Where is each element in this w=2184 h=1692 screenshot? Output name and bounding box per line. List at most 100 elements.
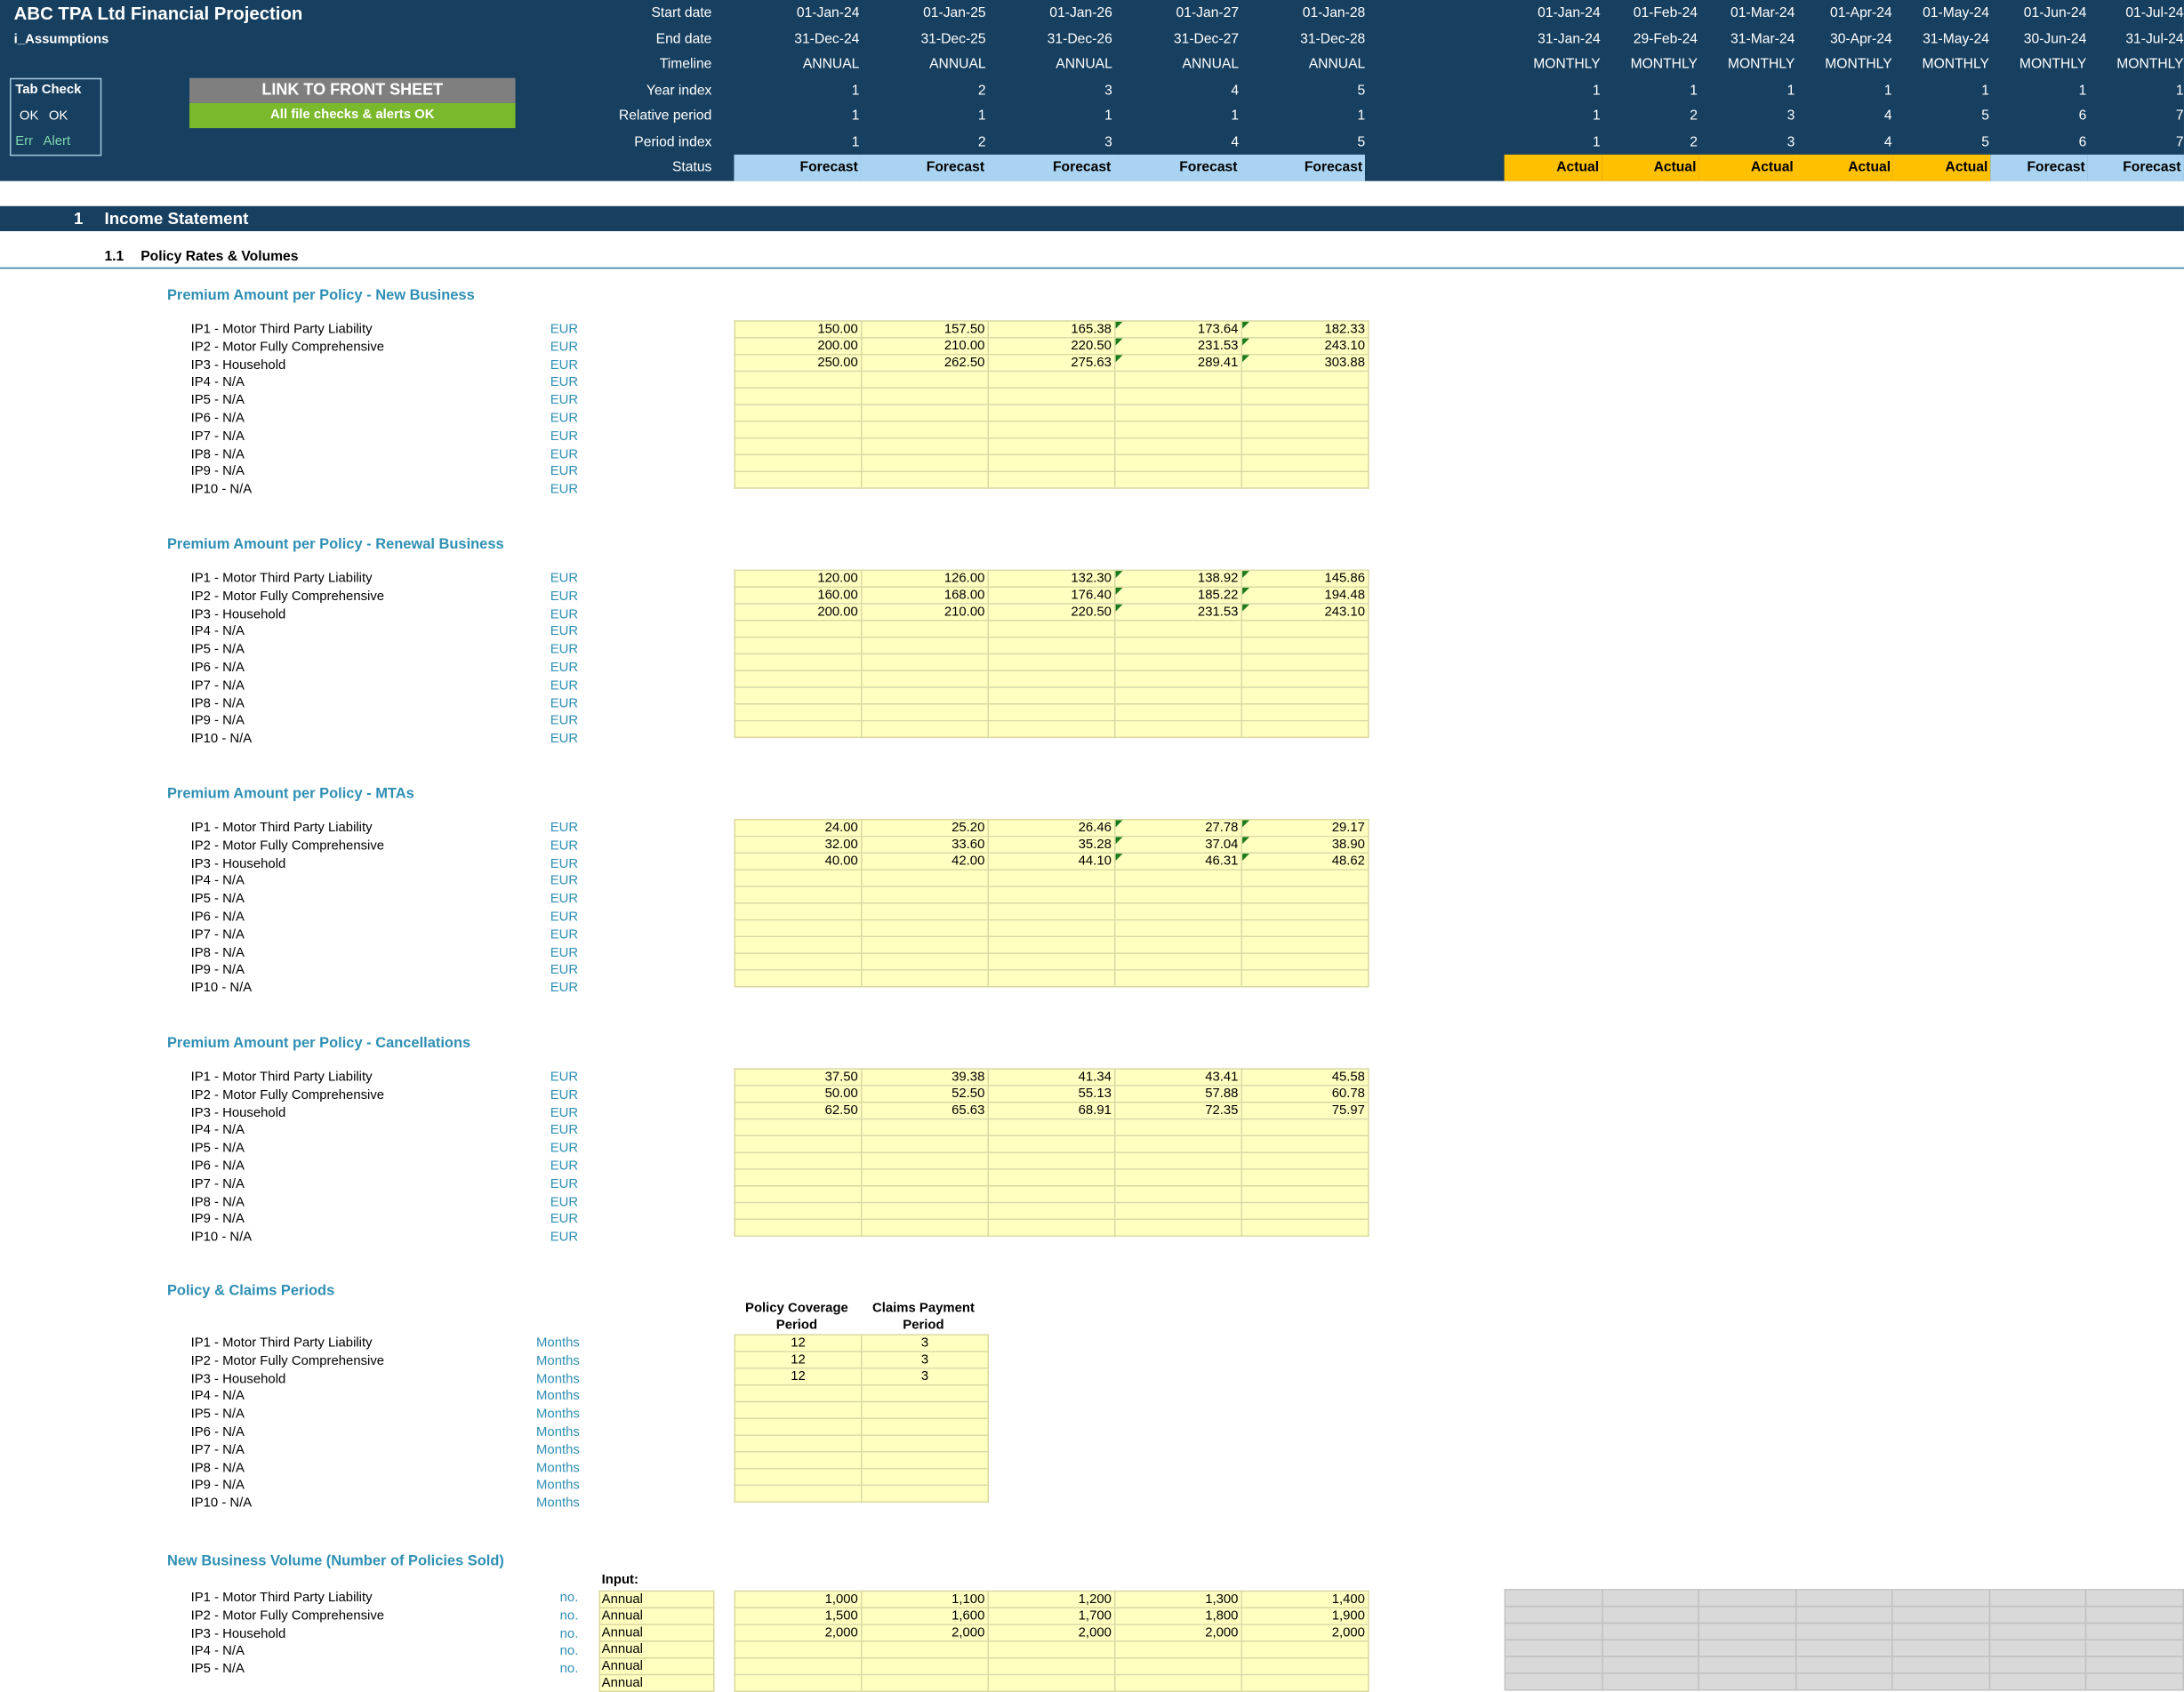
input-cell[interactable]: 2,000 xyxy=(1241,1624,1369,1642)
input-cell[interactable]: 26.46 xyxy=(987,818,1116,838)
input-cell[interactable] xyxy=(1241,1640,1369,1659)
input-cell[interactable]: 289.41 xyxy=(1114,353,1243,373)
input-cell[interactable] xyxy=(1114,1218,1243,1237)
input-cell[interactable] xyxy=(987,620,1116,638)
input-cell[interactable] xyxy=(860,902,990,921)
input-cell[interactable] xyxy=(1241,686,1369,705)
input-cell[interactable] xyxy=(1114,719,1243,739)
input-cell[interactable]: 275.63 xyxy=(987,353,1116,373)
input-cell[interactable] xyxy=(987,1168,1116,1187)
input-cell[interactable] xyxy=(1114,1201,1243,1221)
input-cell[interactable] xyxy=(734,702,863,722)
input-cell[interactable] xyxy=(860,1640,990,1659)
input-cell[interactable] xyxy=(987,670,1116,688)
input-cell[interactable] xyxy=(987,969,1116,988)
input-cell[interactable] xyxy=(860,1434,990,1453)
input-cell[interactable]: 44.10 xyxy=(987,852,1116,870)
input-cell[interactable]: 68.91 xyxy=(987,1101,1116,1120)
input-cell[interactable] xyxy=(1241,636,1369,655)
input-cell[interactable] xyxy=(1114,670,1243,688)
input-cell[interactable]: 220.50 xyxy=(987,337,1116,356)
input-cell[interactable] xyxy=(734,1417,863,1436)
input-cell[interactable]: 40.00 xyxy=(734,852,863,870)
input-cell[interactable] xyxy=(987,636,1116,655)
input-cell[interactable]: 33.60 xyxy=(860,835,990,854)
input-cell[interactable] xyxy=(860,952,990,971)
input-cell[interactable] xyxy=(1241,1218,1369,1237)
input-cell[interactable] xyxy=(1114,969,1243,988)
input-cell[interactable] xyxy=(987,1135,1116,1153)
input-cell[interactable] xyxy=(860,1484,990,1504)
input-cell[interactable] xyxy=(987,686,1116,705)
input-cell[interactable] xyxy=(1114,370,1243,389)
input-cell[interactable] xyxy=(987,387,1116,405)
input-cell[interactable] xyxy=(1114,869,1243,887)
input-cell[interactable] xyxy=(734,902,863,921)
input-cell[interactable]: 38.90 xyxy=(1241,835,1369,854)
timing-select[interactable]: Annual xyxy=(598,1590,715,1609)
input-cell[interactable] xyxy=(734,935,863,954)
input-cell[interactable]: 50.00 xyxy=(734,1085,863,1103)
input-cell[interactable]: 2,000 xyxy=(1114,1624,1243,1642)
input-cell[interactable]: 243.10 xyxy=(1241,337,1369,356)
input-cell[interactable]: 194.48 xyxy=(1241,586,1369,605)
input-cell[interactable] xyxy=(987,1184,1116,1204)
input-cell[interactable] xyxy=(1241,902,1369,921)
input-cell[interactable] xyxy=(734,1400,863,1420)
input-cell[interactable] xyxy=(1114,636,1243,655)
input-cell[interactable] xyxy=(860,470,990,489)
input-cell[interactable]: 185.22 xyxy=(1114,586,1243,605)
input-cell[interactable]: 57.88 xyxy=(1114,1085,1243,1103)
input-cell[interactable]: 200.00 xyxy=(734,603,863,621)
input-cell[interactable] xyxy=(987,869,1116,887)
input-cell[interactable]: 303.88 xyxy=(1241,353,1369,373)
input-cell[interactable] xyxy=(860,1400,990,1420)
input-cell[interactable] xyxy=(987,470,1116,489)
input-cell[interactable]: 55.13 xyxy=(987,1085,1116,1103)
input-cell[interactable] xyxy=(860,620,990,638)
input-cell[interactable] xyxy=(1241,969,1369,988)
input-cell[interactable]: 37.04 xyxy=(1114,835,1243,854)
input-cell[interactable] xyxy=(1114,1656,1243,1676)
input-cell[interactable] xyxy=(860,1467,990,1487)
input-cell[interactable]: 39.38 xyxy=(860,1068,990,1087)
input-cell[interactable]: 250.00 xyxy=(734,353,863,373)
input-cell[interactable]: 29.17 xyxy=(1241,818,1369,838)
input-cell[interactable] xyxy=(987,1151,1116,1170)
input-cell[interactable] xyxy=(1114,1640,1243,1659)
input-cell[interactable]: 138.92 xyxy=(1114,569,1243,588)
input-cell[interactable] xyxy=(860,702,990,722)
input-cell[interactable]: 220.50 xyxy=(987,603,1116,621)
input-cell[interactable]: 12 xyxy=(734,1334,863,1352)
input-cell[interactable] xyxy=(734,1218,863,1237)
input-cell[interactable]: 1,200 xyxy=(987,1590,1116,1609)
input-cell[interactable] xyxy=(1114,952,1243,971)
input-cell[interactable]: 126.00 xyxy=(860,569,990,588)
input-cell[interactable] xyxy=(1241,387,1369,405)
input-cell[interactable] xyxy=(860,1151,990,1170)
input-cell[interactable] xyxy=(1241,886,1369,904)
input-cell[interactable] xyxy=(1114,702,1243,722)
input-cell[interactable] xyxy=(1241,1168,1369,1187)
input-cell[interactable]: 145.86 xyxy=(1241,569,1369,588)
input-cell[interactable] xyxy=(1114,1135,1243,1153)
input-cell[interactable] xyxy=(860,719,990,739)
input-cell[interactable] xyxy=(860,1417,990,1436)
input-cell[interactable]: 132.30 xyxy=(987,569,1116,588)
input-cell[interactable] xyxy=(1241,952,1369,971)
input-cell[interactable] xyxy=(1241,869,1369,887)
input-cell[interactable] xyxy=(1114,1184,1243,1204)
input-cell[interactable] xyxy=(860,969,990,988)
input-cell[interactable] xyxy=(1114,421,1243,439)
input-cell[interactable] xyxy=(1114,686,1243,705)
input-cell[interactable] xyxy=(734,437,863,456)
input-cell[interactable] xyxy=(1114,387,1243,405)
timing-select[interactable]: Annual xyxy=(598,1607,715,1625)
input-cell[interactable] xyxy=(734,387,863,405)
input-cell[interactable] xyxy=(734,1151,863,1170)
input-cell[interactable] xyxy=(1114,1118,1243,1137)
input-cell[interactable] xyxy=(1241,653,1369,671)
input-cell[interactable]: 1,700 xyxy=(987,1607,1116,1625)
input-cell[interactable] xyxy=(1241,1118,1369,1137)
input-cell[interactable] xyxy=(1114,653,1243,671)
